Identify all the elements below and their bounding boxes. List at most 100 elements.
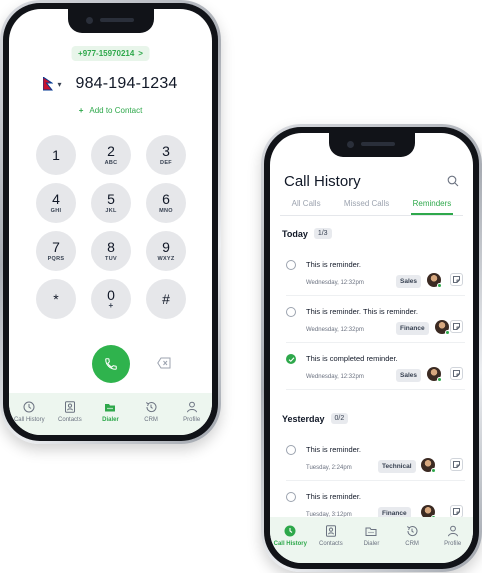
nav-dialer[interactable]: Dialer (92, 401, 128, 423)
reminder-tag: Finance (396, 322, 429, 335)
add-to-contact-link[interactable]: + Add to Contact (9, 106, 212, 115)
online-status-dot (437, 377, 442, 382)
key-9[interactable]: 9 WXYZ (146, 231, 186, 271)
reminder-text: This is reminder. (306, 260, 362, 269)
avatar (421, 458, 436, 473)
note-button[interactable] (450, 320, 463, 333)
reminder-date: Tuesday, 2:24pm (306, 465, 352, 471)
nav-label: CRM (405, 541, 419, 547)
reminder-checkbox[interactable] (286, 492, 296, 502)
nav-profile[interactable]: Profile (435, 525, 471, 547)
clock-icon (284, 525, 296, 537)
note-icon (453, 276, 460, 283)
reminder-item[interactable]: This is reminder. Tuesday, 2:24pm Techni… (286, 441, 465, 481)
key-digit: 3 (162, 143, 170, 159)
reminder-tag: Sales (396, 369, 421, 382)
key-5[interactable]: 5 JKL (91, 183, 131, 223)
contact-card-icon (325, 525, 336, 537)
nav-profile[interactable]: Profile (174, 401, 210, 423)
call-button[interactable] (91, 345, 130, 383)
nav-dialer[interactable]: Dialer (353, 525, 389, 547)
avatar (427, 367, 442, 382)
key-letters: JKL (105, 208, 117, 214)
section-count: 0/2 (330, 413, 349, 424)
nav-label: Call History (273, 541, 307, 547)
key-6[interactable]: 6 MNO (146, 183, 186, 223)
caller-id-number: +977-15970214 (78, 49, 135, 58)
page-title: Call History (284, 173, 361, 190)
key-1[interactable]: 1 (36, 135, 76, 175)
key-3[interactable]: 3 DEF (146, 135, 186, 175)
nav-contacts[interactable]: Contacts (52, 401, 88, 423)
history-tabs: All Calls Missed Calls Reminders (280, 195, 463, 216)
phone-bezel: +977-15970214 > ▾ 984-194-1234 + Add to Co… (3, 3, 218, 441)
reminder-tag: Technical (378, 460, 416, 473)
online-status-dot (431, 468, 436, 473)
section-count: 1/3 (313, 228, 332, 239)
note-button[interactable] (450, 367, 463, 380)
key-letters: WXYZ (157, 256, 175, 262)
nav-call-history[interactable]: Call History (11, 401, 47, 423)
notch (67, 9, 154, 33)
key-2[interactable]: 2 ABC (91, 135, 131, 175)
tab-all-calls[interactable]: All Calls (290, 195, 323, 215)
history-icon (146, 402, 157, 413)
reminder-item[interactable]: This is reminder. This is reminder. Wedn… (286, 303, 465, 343)
nav-crm[interactable]: CRM (394, 525, 430, 547)
key-digit: 9 (162, 239, 170, 255)
reminder-checkbox[interactable] (286, 445, 296, 455)
note-icon (453, 323, 460, 330)
plus-icon: + (78, 106, 84, 115)
key-digit: 8 (107, 239, 115, 255)
nav-label: Profile (183, 417, 201, 423)
reminder-date: Wednesday, 12:32pm (306, 327, 364, 333)
key-star[interactable]: * (36, 279, 76, 319)
reminder-item[interactable]: This is completed reminder. Wednesday, 1… (286, 350, 465, 390)
nav-crm[interactable]: CRM (133, 401, 169, 423)
key-letters: + (108, 301, 114, 310)
key-hash[interactable]: # (146, 279, 186, 319)
checkmark-icon (288, 356, 294, 362)
reminder-item[interactable]: This is reminder. Wednesday, 12:32pm Sal… (286, 256, 465, 296)
reminder-text: This is reminder. This is reminder. (306, 307, 418, 316)
note-icon (453, 508, 460, 515)
nav-contacts[interactable]: Contacts (313, 525, 349, 547)
reminder-checkbox[interactable] (286, 260, 296, 270)
clock-icon (23, 401, 35, 413)
search-icon[interactable] (447, 175, 459, 187)
key-digit: 4 (52, 191, 60, 207)
history-icon (407, 526, 418, 537)
key-digit: 2 (107, 143, 115, 159)
dialer-screen: +977-15970214 > ▾ 984-194-1234 + Add to Co… (9, 9, 212, 435)
nav-label: Dialer (363, 541, 380, 547)
tab-missed-calls[interactable]: Missed Calls (342, 195, 391, 215)
key-8[interactable]: 8 TUV (91, 231, 131, 271)
chevron-right-icon: > (138, 49, 143, 58)
nav-call-history[interactable]: Call History (272, 525, 308, 547)
person-icon (186, 401, 197, 413)
key-0[interactable]: 0 + (91, 279, 131, 319)
key-digit: 7 (52, 239, 60, 255)
nepal-flag-icon (43, 77, 54, 91)
nav-label: Contacts (58, 417, 82, 423)
bottom-nav: Call History Contacts Dialer CRM Profile (270, 517, 473, 563)
chevron-down-icon: ▾ (57, 79, 62, 89)
key-7[interactable]: 7 PQRS (36, 231, 76, 271)
contact-card-icon (64, 401, 75, 413)
tab-reminders[interactable]: Reminders (410, 195, 454, 215)
dialed-number[interactable]: 984-194-1234 (75, 75, 177, 93)
section-yesterday: Yesterday 0/2 (282, 413, 349, 424)
reminder-checkbox[interactable] (286, 307, 296, 317)
country-selector[interactable]: ▾ (43, 77, 61, 91)
caller-id-chip[interactable]: +977-15970214 > (71, 46, 150, 61)
reminder-date: Wednesday, 12:32pm (306, 280, 364, 286)
key-digit: 5 (107, 191, 115, 207)
reminder-checkbox-checked[interactable] (286, 354, 296, 364)
note-button[interactable] (450, 458, 463, 471)
note-button[interactable] (450, 273, 463, 286)
key-4[interactable]: 4 GHI (36, 183, 76, 223)
phone-icon (104, 358, 117, 370)
section-today: Today 1/3 (282, 228, 332, 239)
backspace-icon[interactable] (157, 357, 171, 369)
bottom-nav: Call History Contacts Dialer CRM Profile (9, 393, 212, 435)
